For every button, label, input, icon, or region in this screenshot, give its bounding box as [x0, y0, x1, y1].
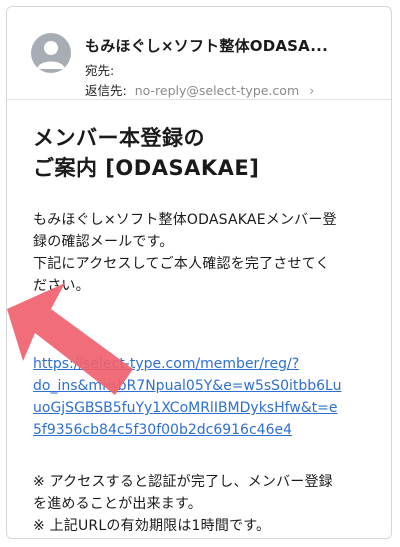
body-line: ださい。 [33, 278, 90, 294]
notes: ※ アクセスすると認証が完了し、メンバー登録 を進めることが出来ます。 ※ 上記… [33, 471, 371, 537]
reply-to-address[interactable]: no-reply@select-type.com [135, 83, 299, 98]
link-line[interactable]: https://select-type.com/member/reg/? [33, 356, 299, 372]
body-line: もみほぐし×ソフト整体ODASAKAEメンバー登 [33, 212, 337, 228]
chevron-right-icon[interactable]: › [309, 84, 314, 99]
title-line: ご案内 [ODASAKAE] [33, 156, 260, 180]
body-line: 下記にアクセスしてご本人確認を完了させてく [33, 256, 330, 272]
email-view: もみほぐし×ソフト整体ODASA... 宛先: 返信先: no-reply@se… [6, 6, 392, 539]
confirmation-link[interactable]: https://select-type.com/member/reg/? do_… [33, 353, 371, 441]
note-line: ※ アクセスすると認証が完了し、メンバー登録 [33, 474, 333, 490]
body-paragraph: もみほぐし×ソフト整体ODASAKAEメンバー登 録の確認メールです。 下記にア… [33, 209, 371, 297]
to-line: 宛先: [85, 60, 118, 79]
note-line: を進めることが出来ます。 [33, 496, 202, 512]
sender-avatar-icon[interactable] [31, 33, 71, 73]
body-line: 録の確認メールです。 [33, 234, 174, 250]
note-line: ※ 上記URLの有効期限は1時間です。 [33, 518, 271, 534]
email-body: メンバー本登録の ご案内 [ODASAKAE] もみほぐし×ソフト整体ODASA… [33, 123, 371, 537]
link-line[interactable]: uoGjSGBSB5fuYy1XCoMRlIBMDyksHfw&t=e [33, 400, 338, 416]
title-line: メンバー本登録の [33, 126, 205, 150]
email-title: メンバー本登録の ご案内 [ODASAKAE] [33, 123, 371, 183]
email-header: もみほぐし×ソフト整体ODASA... 宛先: 返信先: no-reply@se… [7, 7, 391, 100]
reply-to-line[interactable]: 返信先: no-reply@select-type.com › [85, 80, 314, 99]
sender-name[interactable]: もみほぐし×ソフト整体ODASA... [85, 35, 371, 56]
reply-to-label: 返信先: [85, 83, 127, 98]
link-line[interactable]: do_ins&mi=bR7Npual05Y&e=w5sS0itbb6Lu [33, 378, 341, 394]
link-line[interactable]: 5f9356cb84c5f30f00b2dc6916c46e4 [33, 422, 292, 438]
to-label: 宛先: [85, 63, 115, 78]
